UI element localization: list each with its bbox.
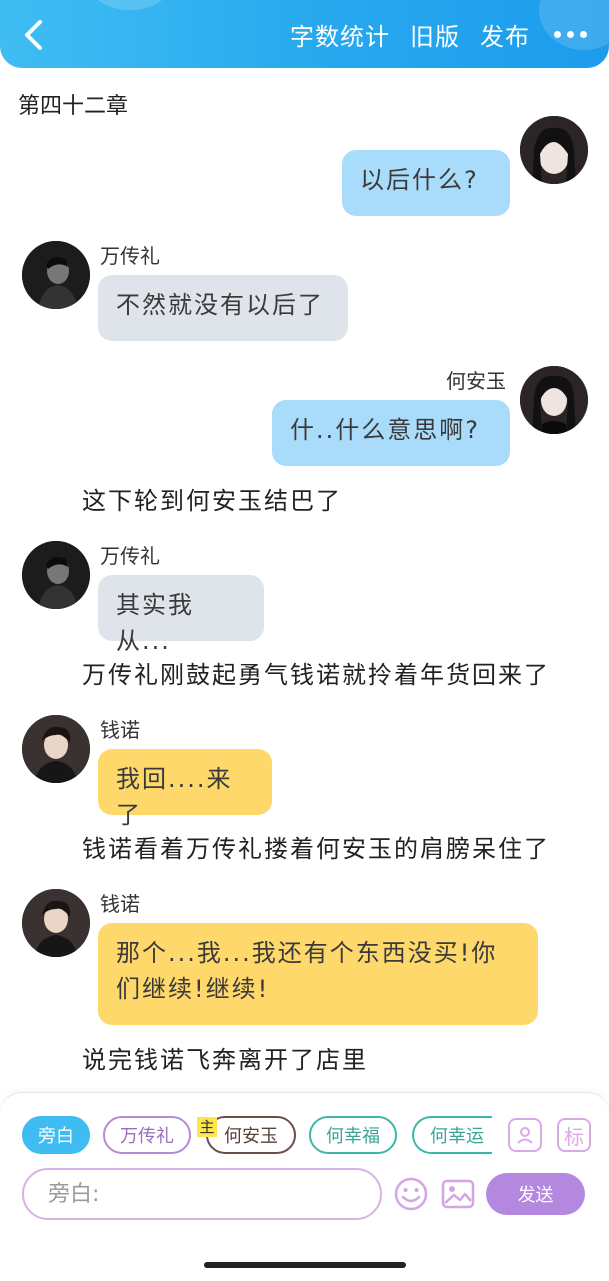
lead-role-badge: 主: [197, 1117, 217, 1137]
avatar-qian-nuo[interactable]: [22, 889, 90, 957]
message-bubble[interactable]: 其实我从...: [98, 575, 264, 655]
back-icon[interactable]: [18, 18, 48, 52]
avatar-he-anyu[interactable]: [520, 366, 588, 434]
message-bubble[interactable]: 以后什么?: [342, 150, 510, 216]
message-bubble[interactable]: 那个...我...我还有个东西没买!你们继续!继续!: [98, 923, 538, 1025]
tag-icon[interactable]: 标: [557, 1118, 591, 1152]
emoji-icon[interactable]: [393, 1176, 429, 1212]
image-icon[interactable]: [440, 1176, 476, 1212]
message-input[interactable]: [22, 1168, 382, 1220]
publish-button[interactable]: 发布: [480, 17, 530, 52]
send-button[interactable]: 发送: [486, 1173, 585, 1215]
role-manage-icon[interactable]: [508, 1118, 542, 1152]
avatar-wan-chuanli[interactable]: [22, 541, 90, 609]
word-count-button[interactable]: 字数统计: [290, 17, 390, 52]
role-chip[interactable]: 万传礼: [103, 1116, 191, 1154]
header-decoration: [90, 0, 170, 10]
avatar-wan-chuanli[interactable]: [22, 241, 90, 309]
old-version-button[interactable]: 旧版: [410, 17, 460, 52]
message-bubble[interactable]: 什..什么意思啊?: [272, 400, 510, 466]
narration-text[interactable]: 万传礼刚鼓起勇气钱诺就拎着年货回来了: [82, 655, 550, 690]
speaker-name: 万传礼: [100, 544, 160, 568]
narration-text[interactable]: 这下轮到何安玉结巴了: [82, 481, 342, 516]
avatar-he-anyu[interactable]: [520, 116, 588, 184]
speaker-name: 钱诺: [100, 892, 140, 916]
narration-text[interactable]: 说完钱诺飞奔离开了店里: [82, 1040, 368, 1075]
role-chip-narrator[interactable]: 旁白: [22, 1116, 90, 1154]
header-actions: 字数统计 旧版 发布: [290, 14, 587, 54]
more-icon[interactable]: [554, 30, 587, 38]
chapter-title[interactable]: 第四十二章: [18, 88, 128, 120]
speaker-name: 万传礼: [100, 244, 160, 268]
top-bar: 字数统计 旧版 发布: [0, 0, 609, 68]
message-bubble[interactable]: 我回....来了: [98, 749, 272, 829]
role-chip[interactable]: 何幸福: [309, 1116, 397, 1154]
message-bubble[interactable]: 不然就没有以后了: [98, 275, 348, 341]
role-chip[interactable]: 何安玉: [206, 1116, 296, 1154]
speaker-name: 钱诺: [100, 718, 140, 742]
narration-text[interactable]: 钱诺看着万传礼搂着何安玉的肩膀呆住了: [82, 829, 550, 864]
role-chip[interactable]: 何幸运: [412, 1116, 492, 1154]
speaker-name: 何安玉: [446, 369, 506, 393]
home-indicator[interactable]: [204, 1262, 406, 1268]
avatar-qian-nuo[interactable]: [22, 715, 90, 783]
